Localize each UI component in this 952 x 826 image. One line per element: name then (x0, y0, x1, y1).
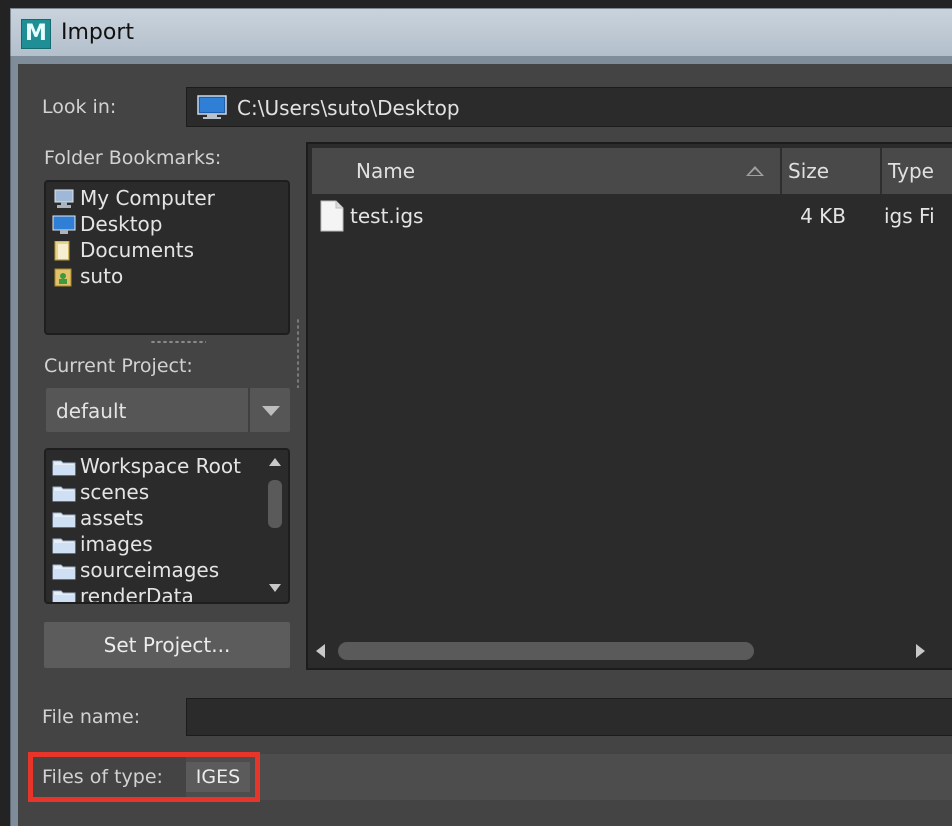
file-list[interactable]: Name Size Type test.igs 4 KB igs Fi (306, 142, 952, 670)
column-header-type[interactable]: Type (888, 148, 934, 194)
file-row[interactable]: test.igs 4 KB igs Fi (312, 198, 952, 234)
project-folders-list[interactable]: Workspace Root scenes assets images sourceim… (44, 448, 290, 604)
look-in-combo[interactable]: C:\Users\suto\Desktop (186, 87, 952, 127)
scrollbar-thumb[interactable] (268, 480, 282, 528)
folder-icon (52, 538, 76, 554)
bookmarks-splitter[interactable] (150, 340, 206, 344)
column-header-size[interactable]: Size (788, 148, 829, 194)
files-of-type-bar[interactable] (186, 754, 952, 800)
scroll-down-arrow-icon[interactable] (269, 584, 281, 592)
maya-app-icon: M (21, 19, 51, 49)
scroll-left-arrow-icon[interactable] (316, 644, 325, 658)
file-icon (320, 200, 344, 232)
pane-splitter[interactable] (296, 318, 300, 388)
file-list-hscrollbar[interactable] (312, 638, 936, 664)
project-combo-value: default (56, 399, 127, 423)
highlight-box (28, 752, 260, 802)
sort-ascending-icon (746, 166, 764, 176)
file-size-cell: 4 KB (800, 204, 846, 228)
file-name-label: File name: (42, 706, 141, 728)
scroll-right-arrow-icon[interactable] (916, 644, 925, 658)
column-header-name[interactable]: Name (356, 148, 415, 194)
folder-icon (52, 512, 76, 528)
folder-icon (52, 564, 76, 580)
file-type-cell: igs Fi (884, 204, 935, 228)
file-name-input[interactable] (186, 698, 952, 736)
title-bar[interactable]: M Import (10, 8, 952, 56)
folder-icon (52, 486, 76, 502)
set-project-button[interactable]: Set Project... (44, 622, 290, 668)
folder-icon (52, 460, 76, 476)
project-folders-scrollbar[interactable] (264, 452, 286, 600)
user-folder-icon (54, 268, 72, 287)
project-combo[interactable]: default (46, 388, 290, 432)
folder-bookmarks-label: Folder Bookmarks: (44, 147, 222, 169)
file-list-header: Name Size Type (312, 148, 952, 194)
look-in-path: C:\Users\suto\Desktop (237, 96, 460, 120)
chevron-down-icon[interactable] (262, 406, 280, 416)
window-title: Import (61, 20, 135, 45)
current-project-label: Current Project: (44, 355, 193, 377)
bookmarks-list[interactable]: My Computer Desktop Documents suto (44, 180, 290, 335)
folder-icon (52, 590, 76, 602)
scrollbar-thumb[interactable] (338, 642, 754, 660)
desktop-icon (52, 215, 76, 234)
documents-icon (54, 241, 70, 261)
import-window: M Import Look in: C:\Users\suto\Desktop … (0, 0, 952, 826)
computer-icon (54, 189, 74, 208)
scroll-up-arrow-icon[interactable] (269, 458, 281, 466)
desktop-monitor-icon (197, 95, 227, 119)
file-name-cell: test.igs (350, 204, 424, 228)
look-in-label: Look in: (42, 96, 117, 118)
